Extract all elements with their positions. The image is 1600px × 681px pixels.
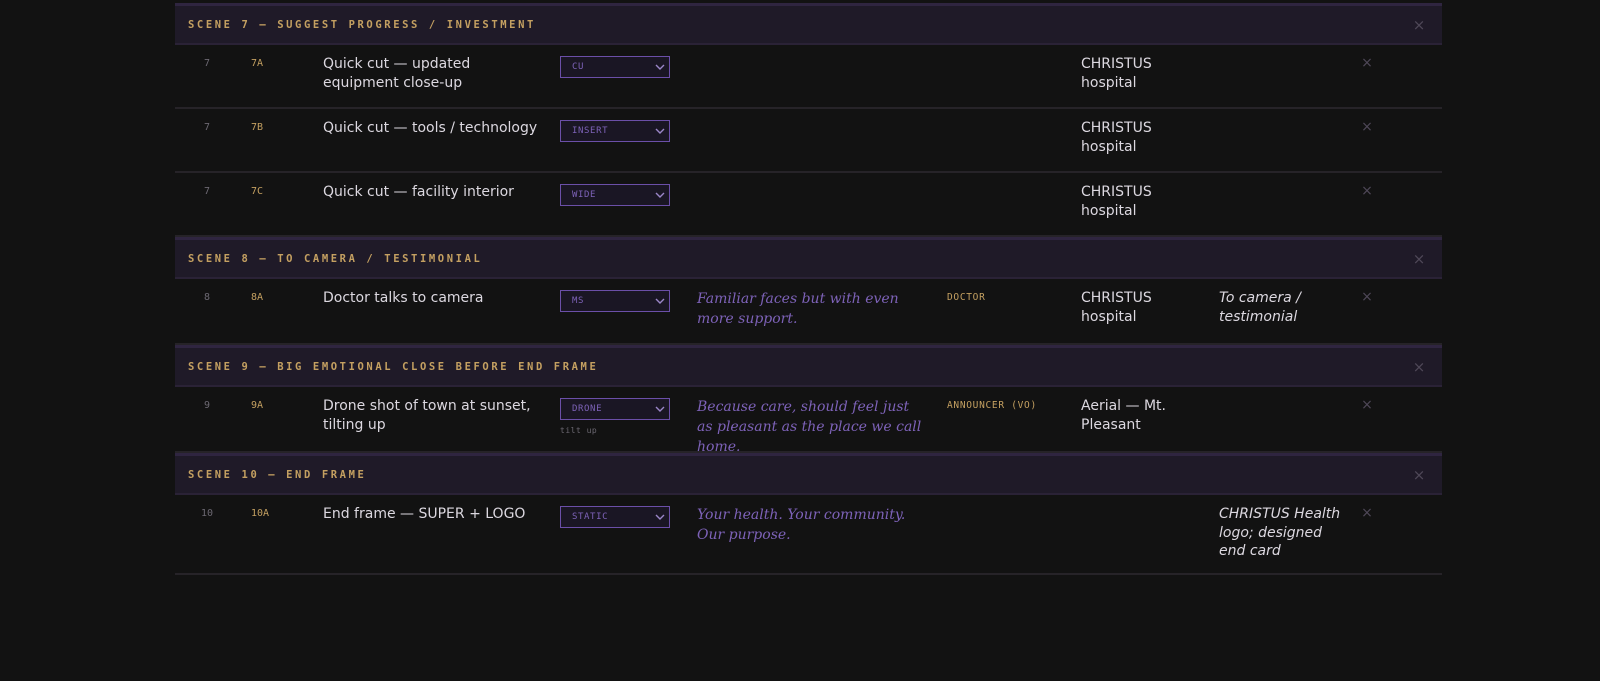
shot-type-select[interactable]: DRONE: [560, 398, 670, 420]
scene-title: SCENE 10 — END FRAME: [188, 469, 367, 481]
scene-number: 8: [203, 292, 211, 303]
shot-description[interactable]: Doctor talks to camera: [323, 289, 541, 308]
shot-type-select[interactable]: STATIC: [560, 506, 670, 528]
table-row: 7 7C Quick cut — facility interior WIDE …: [175, 173, 1442, 237]
voiceover-line[interactable]: Your health. Your community. Our purpose…: [697, 505, 922, 545]
delete-row-icon[interactable]: ×: [1359, 183, 1375, 199]
shot-type-cell: MS: [560, 290, 670, 312]
shot-number: 7A: [251, 58, 264, 69]
shot-type-cell: STATIC: [560, 506, 670, 528]
voiceover-line[interactable]: Familiar faces but with even more suppor…: [697, 289, 922, 329]
delete-row-icon[interactable]: ×: [1359, 119, 1375, 135]
close-icon[interactable]: ×: [1410, 250, 1428, 268]
shot-type-value: CU: [572, 62, 585, 72]
shot-type-value: INSERT: [572, 126, 609, 136]
close-icon[interactable]: ×: [1410, 358, 1428, 376]
shot-description[interactable]: Quick cut — facility interior: [323, 183, 541, 202]
scene-title: SCENE 7 — SUGGEST PROGRESS / INVESTMENT: [188, 19, 536, 31]
scene-title: SCENE 8 — TO CAMERA / TESTIMONIAL: [188, 253, 483, 265]
shot-type-cell: DRONE tilt up: [560, 398, 670, 435]
table-row: 7 7B Quick cut — tools / technology INSE…: [175, 109, 1442, 173]
shot-type-select[interactable]: CU: [560, 56, 670, 78]
close-icon[interactable]: ×: [1410, 466, 1428, 484]
delete-row-icon[interactable]: ×: [1359, 505, 1375, 521]
shot-type-note: tilt up: [560, 426, 598, 435]
delete-row-icon[interactable]: ×: [1359, 289, 1375, 305]
shot-number: 10A: [251, 508, 270, 519]
talent-tag[interactable]: ANNOUNCER (VO): [947, 400, 1037, 411]
shot-number: 7B: [251, 122, 264, 133]
shot-type-value: MS: [572, 296, 585, 306]
shot-description[interactable]: Quick cut — tools / technology: [323, 119, 553, 138]
delete-row-icon[interactable]: ×: [1359, 397, 1375, 413]
chevron-down-icon: [655, 64, 665, 70]
shot-type-select[interactable]: INSERT: [560, 120, 670, 142]
shot-type-cell: WIDE: [560, 184, 670, 206]
shot-list-table: SCENE 7 — SUGGEST PROGRESS / INVESTMENT …: [175, 3, 1442, 575]
table-row: 8 8A Doctor talks to camera MS Familiar …: [175, 279, 1442, 345]
scene-number: 7: [203, 186, 211, 197]
delete-row-icon[interactable]: ×: [1359, 55, 1375, 71]
shot-type-select[interactable]: MS: [560, 290, 670, 312]
chevron-down-icon: [655, 192, 665, 198]
shot-type-select[interactable]: WIDE: [560, 184, 670, 206]
shot-description[interactable]: Drone shot of town at sunset, tilting up: [323, 397, 541, 434]
location[interactable]: CHRISTUS hospital: [1081, 119, 1191, 156]
location[interactable]: Aerial — Mt. Pleasant: [1081, 397, 1191, 434]
voiceover-line[interactable]: Because care, should feel just as pleasa…: [697, 397, 922, 457]
table-row: 9 9A Drone shot of town at sunset, tilti…: [175, 387, 1442, 455]
chevron-down-icon: [655, 298, 665, 304]
chevron-down-icon: [655, 514, 665, 520]
scene-number: 7: [203, 122, 211, 133]
shot-type-value: WIDE: [572, 190, 597, 200]
shot-notes[interactable]: To camera / testimonial: [1219, 289, 1344, 326]
shot-number: 8A: [251, 292, 264, 303]
scene-number: 10: [200, 508, 214, 519]
shot-description[interactable]: End frame — SUPER + LOGO: [323, 505, 541, 524]
table-row: 7 7A Quick cut — updated equipment close…: [175, 45, 1442, 109]
scene-header: SCENE 10 — END FRAME ×: [175, 453, 1442, 495]
location[interactable]: CHRISTUS hospital: [1081, 55, 1191, 92]
shot-type-cell: INSERT: [560, 120, 670, 142]
scene-number: 9: [203, 400, 211, 411]
table-row: 10 10A End frame — SUPER + LOGO STATIC Y…: [175, 495, 1442, 575]
chevron-down-icon: [655, 406, 665, 412]
scene-number: 7: [203, 58, 211, 69]
shot-type-value: STATIC: [572, 512, 609, 522]
location[interactable]: CHRISTUS hospital: [1081, 183, 1191, 220]
scene-header: SCENE 7 — SUGGEST PROGRESS / INVESTMENT …: [175, 3, 1442, 45]
chevron-down-icon: [655, 128, 665, 134]
shot-type-cell: CU: [560, 56, 670, 78]
shot-type-value: DRONE: [572, 404, 603, 414]
scene-title: SCENE 9 — BIG EMOTIONAL CLOSE BEFORE END…: [188, 361, 599, 373]
scene-header: SCENE 8 — TO CAMERA / TESTIMONIAL ×: [175, 237, 1442, 279]
shot-number: 7C: [251, 186, 264, 197]
shot-description[interactable]: Quick cut — updated equipment close-up: [323, 55, 541, 92]
location[interactable]: CHRISTUS hospital: [1081, 289, 1191, 326]
close-icon[interactable]: ×: [1410, 16, 1428, 34]
shot-number: 9A: [251, 400, 264, 411]
shot-notes[interactable]: CHRISTUS Health logo; designed end card: [1219, 505, 1344, 561]
talent-tag[interactable]: DOCTOR: [947, 292, 986, 303]
scene-header: SCENE 9 — BIG EMOTIONAL CLOSE BEFORE END…: [175, 345, 1442, 387]
